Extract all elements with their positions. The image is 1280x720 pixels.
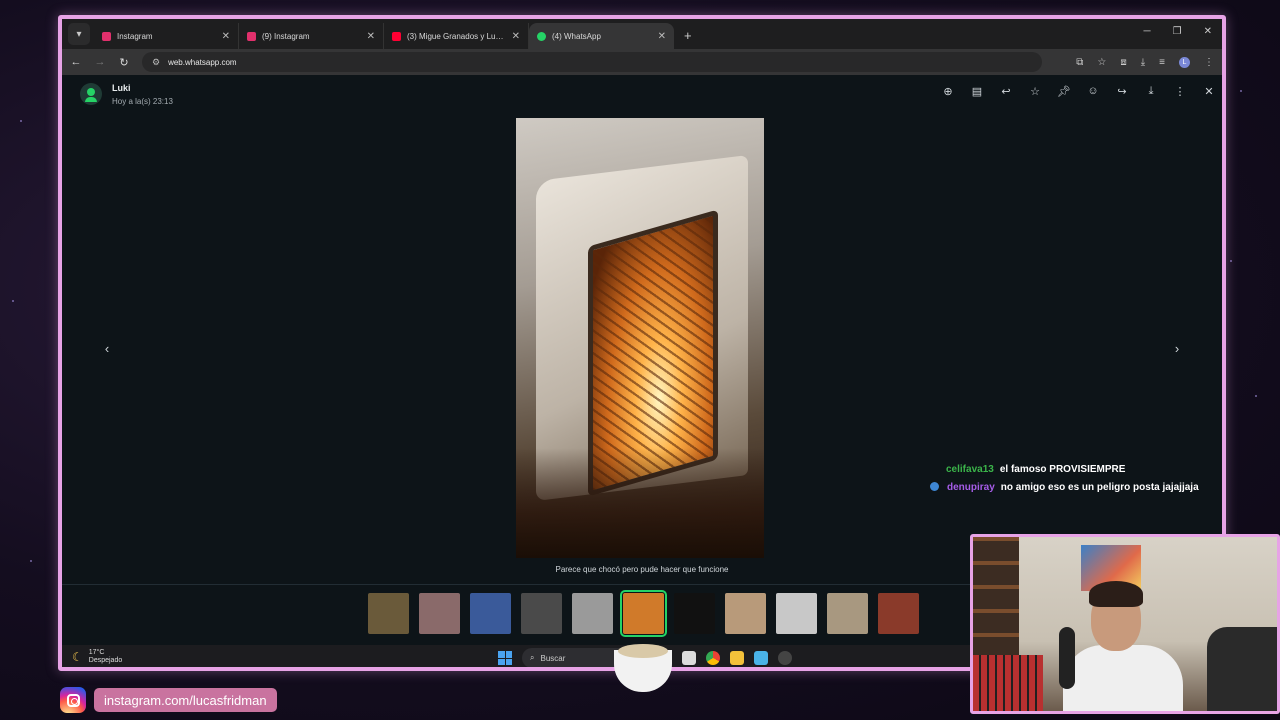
tab-close-icon[interactable]: ✕ xyxy=(512,31,520,42)
stream-chat-overlay: celifava13 el famoso PROVISIEMPRE denupir… xyxy=(930,461,1199,497)
menu-icon[interactable]: ⋮ xyxy=(1173,84,1187,98)
globe-badge-icon xyxy=(930,482,939,491)
viewer-header: Luki Hoy a la(s) 23:13 ⊕ ▤ ↩ ☆ 📌︎ ☺ ↪ ⤓ … xyxy=(62,75,1222,115)
chat-message: denupiray no amigo eso es un peligro post… xyxy=(930,479,1199,497)
tab-whatsapp[interactable]: (4) WhatsApp ✕ xyxy=(529,23,674,49)
minimize-icon[interactable]: ─ xyxy=(1144,26,1151,37)
default-avatar-icon xyxy=(87,88,95,96)
profile-avatar[interactable]: L xyxy=(1179,56,1190,68)
message-timestamp: Hoy a la(s) 23:13 xyxy=(112,97,173,106)
toolbar-actions: ⧉ ☆ ⧈ ⤓ ≡ L ⋮ xyxy=(1076,56,1214,68)
reload-icon[interactable]: ↻ xyxy=(118,56,130,69)
chat-username: denupiray xyxy=(947,482,995,493)
tab-search-icon[interactable]: ▾ xyxy=(68,23,90,45)
window-controls: ─ ❐ ✕ xyxy=(1144,26,1212,37)
chat-text: el famoso PROVISIEMPRE xyxy=(999,464,1126,475)
extensions-icon[interactable]: ⧈ xyxy=(1120,57,1126,68)
emoji-icon[interactable]: ☺ xyxy=(1086,84,1100,98)
tab-close-icon[interactable]: ✕ xyxy=(222,31,230,42)
search-placeholder: Buscar xyxy=(540,653,566,663)
chat-username: celifava13 xyxy=(946,464,994,475)
media-thumbnail[interactable] xyxy=(521,593,562,634)
obs-icon[interactable] xyxy=(778,651,792,665)
media-thumbnail[interactable] xyxy=(725,593,766,634)
task-view-icon[interactable] xyxy=(682,651,696,665)
instagram-favicon-icon xyxy=(102,31,111,41)
chat-text: no amigo eso es un peligro posta jajajja… xyxy=(1000,482,1199,493)
tab-instagram-2[interactable]: (9) Instagram ✕ xyxy=(239,23,384,49)
media-thumbnail[interactable] xyxy=(776,593,817,634)
tab-title: (3) Migue Granados y Lucas Fri xyxy=(407,31,506,41)
youtube-favicon-icon xyxy=(392,31,401,41)
media-thumbnail[interactable] xyxy=(827,593,868,634)
reply-icon[interactable]: ↩ xyxy=(999,84,1013,98)
instagram-favicon-icon xyxy=(247,31,256,41)
url-text: web.whatsapp.com xyxy=(168,57,237,67)
new-tab-icon[interactable]: + xyxy=(684,28,692,43)
next-media-icon[interactable]: › xyxy=(1166,337,1188,359)
tab-bar: ▾ Instagram ✕ (9) Instagram ✕ (3) Migue … xyxy=(62,19,1222,49)
forward-icon[interactable]: ↪ xyxy=(1115,84,1129,98)
media-thumbnail[interactable] xyxy=(620,590,667,637)
weather-widget[interactable]: ☾ 17°C Despejado xyxy=(72,649,122,665)
tab-close-icon[interactable]: ✕ xyxy=(658,31,666,42)
close-icon[interactable]: ✕ xyxy=(1202,84,1216,98)
pin-icon[interactable]: 📌︎ xyxy=(1057,84,1071,98)
moon-icon: ☾ xyxy=(72,650,83,664)
install-app-icon[interactable]: ⧉ xyxy=(1076,57,1083,68)
popcorn-bowl-overlay xyxy=(614,644,672,692)
address-bar[interactable]: ⚙ web.whatsapp.com xyxy=(142,52,1042,72)
weather-temperature: 17°C xyxy=(88,649,105,656)
forward-icon[interactable]: → xyxy=(94,56,106,68)
restore-icon[interactable]: ❐ xyxy=(1173,26,1182,37)
downloads-icon[interactable]: ⤓ xyxy=(1141,57,1145,68)
window-close-icon[interactable]: ✕ xyxy=(1204,26,1212,37)
microphone xyxy=(1059,627,1075,689)
media-control-icon[interactable]: ≡ xyxy=(1159,57,1165,68)
search-icon: ⌕ xyxy=(530,653,535,662)
media-thumbnail[interactable] xyxy=(419,593,460,634)
star-icon[interactable]: ☆ xyxy=(1028,84,1042,98)
viewer-actions: ⊕ ▤ ↩ ☆ 📌︎ ☺ ↪ ⤓ ⋮ ✕ xyxy=(941,84,1216,98)
tab-title: (4) WhatsApp xyxy=(552,31,601,41)
contact-avatar[interactable] xyxy=(80,83,102,105)
tab-instagram-1[interactable]: Instagram ✕ xyxy=(94,23,239,49)
media-thumbnail[interactable] xyxy=(878,593,919,634)
contact-name: Luki xyxy=(112,83,131,93)
caption-icon[interactable]: ▤ xyxy=(970,84,984,98)
browser-menu-icon[interactable]: ⋮ xyxy=(1204,57,1214,68)
social-handle: instagram.com/lucasfridman xyxy=(94,688,277,712)
media-thumbnail[interactable] xyxy=(368,593,409,634)
media-photo-heater xyxy=(516,118,764,558)
tab-title: (9) Instagram xyxy=(262,31,310,41)
browser-toolbar: ← → ↻ ⚙ web.whatsapp.com ⧉ ☆ ⧈ ⤓ ≡ L ⋮ xyxy=(62,49,1222,75)
back-icon[interactable]: ← xyxy=(70,56,82,68)
whatsapp-favicon-icon xyxy=(537,31,546,41)
weather-condition: Despejado xyxy=(88,657,123,664)
tab-close-icon[interactable]: ✕ xyxy=(367,31,375,42)
media-thumbnail[interactable] xyxy=(674,593,715,634)
previous-media-icon[interactable]: ‹ xyxy=(96,337,118,359)
streamer-webcam xyxy=(970,534,1280,714)
tab-youtube[interactable]: (3) Migue Granados y Lucas Fri ✕ xyxy=(384,23,529,49)
tab-title: Instagram xyxy=(117,31,153,41)
bookmark-star-icon[interactable]: ☆ xyxy=(1097,57,1106,68)
thumbnail-list xyxy=(368,590,919,637)
windows-start-icon[interactable] xyxy=(498,651,512,665)
zoom-in-icon[interactable]: ⊕ xyxy=(941,84,955,98)
file-explorer-icon[interactable] xyxy=(730,651,744,665)
media-thumbnail[interactable] xyxy=(470,593,511,634)
instagram-icon xyxy=(60,687,86,713)
notepad-icon[interactable] xyxy=(754,651,768,665)
chrome-icon[interactable] xyxy=(706,651,720,665)
chat-message: celifava13 el famoso PROVISIEMPRE xyxy=(946,461,1199,479)
download-icon[interactable]: ⤓ xyxy=(1144,84,1158,98)
site-settings-icon[interactable]: ⚙ xyxy=(152,57,160,68)
media-thumbnail[interactable] xyxy=(572,593,613,634)
